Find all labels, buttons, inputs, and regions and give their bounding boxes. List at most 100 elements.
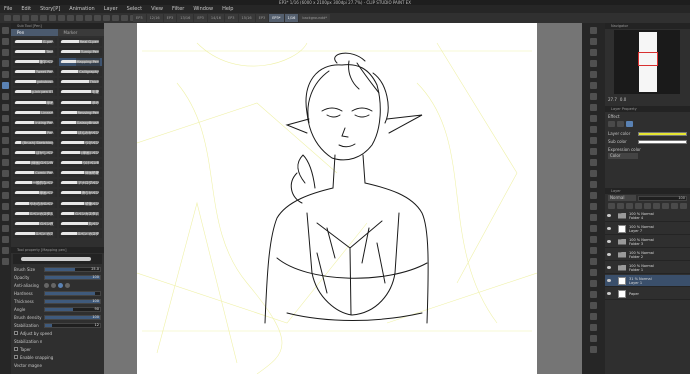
command-button[interactable] — [22, 15, 29, 21]
brush-item[interactable]: gokuboso — [13, 78, 57, 87]
layer-row[interactable]: 100 % Normal Folder 1 — [605, 262, 690, 274]
command-button[interactable] — [94, 15, 101, 21]
document-tab[interactable]: EP3* — [269, 14, 284, 22]
decoration-tool-icon[interactable] — [2, 126, 9, 133]
side-icon[interactable] — [590, 27, 597, 34]
layer-row[interactable]: 100 % Normal Folder 4 — [605, 210, 690, 222]
command-button[interactable] — [4, 15, 11, 21]
sub-color-swatch[interactable] — [638, 139, 687, 144]
menu-item-layer[interactable]: Layer — [104, 6, 118, 12]
frame-tool-icon[interactable] — [2, 192, 9, 199]
anti-aliasing-option[interactable] — [44, 282, 49, 288]
property-slider[interactable]: 100 — [44, 298, 101, 304]
pen-tool-icon[interactable] — [2, 82, 9, 89]
document-tab[interactable]: 12/16 — [146, 14, 163, 22]
brush-item[interactable]: Gペンカスタム — [13, 209, 57, 218]
move-tool-icon[interactable] — [2, 38, 9, 45]
side-icon[interactable] — [590, 115, 597, 122]
menu-item-select[interactable]: Select — [127, 6, 142, 12]
brush-item[interactable]: Gペン カス — [13, 229, 57, 238]
navigator-view-frame[interactable] — [638, 52, 658, 66]
menu-item-file[interactable]: File — [4, 6, 12, 12]
brush-item[interactable]: 線画ペン — [13, 189, 57, 198]
gradient-tool-icon[interactable] — [2, 170, 9, 177]
property-checkbox[interactable] — [14, 331, 18, 335]
side-icon[interactable] — [590, 181, 597, 188]
anti-aliasing-option[interactable] — [58, 282, 63, 288]
visibility-eye-icon[interactable] — [607, 292, 611, 295]
layer-tool-button[interactable] — [626, 203, 633, 209]
layer-tool-button[interactable] — [644, 203, 651, 209]
brush-item[interactable]: Gペンカスタム — [58, 209, 102, 218]
layer-row[interactable]: 31 % Normal Layer 1 — [605, 275, 690, 287]
side-icon[interactable] — [590, 82, 597, 89]
brush-item[interactable]: Mapping Pen — [58, 58, 102, 67]
pencil-tool-icon[interactable] — [2, 93, 9, 100]
property-slider[interactable] — [44, 290, 101, 296]
layer-tool-button[interactable] — [671, 203, 678, 209]
menu-item-animation[interactable]: Animation — [69, 6, 95, 12]
side-icon[interactable] — [590, 38, 597, 45]
color-swatch-icon[interactable] — [2, 258, 9, 265]
brush-item[interactable]: Text — [13, 48, 57, 57]
brush-item[interactable]: g-ink pen 01 — [13, 88, 57, 97]
brush-item[interactable]: GalaxyBrush — [58, 118, 102, 127]
document-tab[interactable]: EP3 — [194, 14, 207, 22]
document-tab[interactable]: 1/16 — [284, 14, 299, 22]
command-button[interactable] — [13, 15, 20, 21]
brush-item[interactable]: Thick — [58, 78, 102, 87]
document-tab[interactable]: EP3 — [255, 14, 269, 22]
brush-item[interactable]: Turnip Pen — [58, 48, 102, 57]
brush-item[interactable]: Gペン カスタ — [58, 229, 102, 238]
side-icon[interactable] — [590, 269, 597, 276]
brush-item[interactable]: 線画鉛筆 — [58, 169, 102, 178]
side-icon[interactable] — [590, 313, 597, 320]
brush-item[interactable]: 滑らかペン — [58, 189, 102, 198]
visibility-eye-icon[interactable] — [607, 240, 611, 243]
brush-item[interactable]: ぼかしペン — [13, 149, 57, 158]
document-tab[interactable]: backgroundd* — [299, 14, 331, 22]
property-slider[interactable]: 90 — [44, 306, 101, 312]
side-icon[interactable] — [590, 203, 597, 210]
document-tab[interactable]: 15/16 — [238, 14, 255, 22]
effect-layer-color-button[interactable] — [626, 121, 633, 127]
expression-color-select[interactable]: Color — [608, 153, 638, 159]
property-slider[interactable]: 100 — [44, 314, 101, 320]
menu-item-edit[interactable]: Edit — [21, 6, 31, 12]
menu-item-filter[interactable]: Filter — [172, 6, 184, 12]
layer-row[interactable]: 100 % Normal Folder 2 — [605, 249, 690, 261]
brush-item[interactable]: アナログペン — [58, 179, 102, 188]
effect-tone-button[interactable] — [617, 121, 624, 127]
side-icon[interactable] — [590, 71, 597, 78]
sub-tool-tab[interactable]: Pen — [11, 29, 58, 36]
layer-tool-button[interactable] — [662, 203, 669, 209]
document-tab[interactable]: EP3 — [133, 14, 146, 22]
brush-tool-icon[interactable] — [2, 104, 9, 111]
side-icon[interactable] — [590, 126, 597, 133]
side-icon[interactable] — [590, 192, 597, 199]
visibility-eye-icon[interactable] — [607, 214, 611, 217]
line-fix-tool-icon[interactable] — [2, 236, 9, 243]
brush-item[interactable]: Inking Pen — [13, 118, 57, 127]
layer-tool-button[interactable] — [653, 203, 660, 209]
visibility-eye-icon[interactable] — [607, 266, 611, 269]
visibility-eye-icon[interactable] — [607, 227, 611, 230]
command-button[interactable] — [49, 15, 56, 21]
brush-item[interactable]: G-pen — [13, 38, 57, 46]
brush-item[interactable]: Tweet Pen — [13, 68, 57, 77]
layer-row[interactable]: 100 % Normal Layer 7 — [605, 223, 690, 235]
anti-aliasing-option[interactable] — [65, 282, 70, 288]
side-icon[interactable] — [590, 104, 597, 111]
effect-border-button[interactable] — [608, 121, 615, 127]
menu-item-storyp[interactable]: Story[P] — [40, 6, 60, 12]
brush-item[interactable]: Real G-pen — [58, 38, 102, 46]
property-checkbox[interactable] — [14, 347, 18, 351]
command-button[interactable] — [67, 15, 74, 21]
brush-item[interactable]: Gペン改 — [13, 219, 57, 228]
document-tab[interactable]: 14/16 — [207, 14, 224, 22]
brush-item[interactable]: 一般的なペン — [13, 179, 57, 188]
anti-aliasing-option[interactable] — [51, 282, 56, 288]
brush-item[interactable]: (Brush) Sketching — [13, 138, 57, 147]
sub-tool-tab[interactable]: Marker — [57, 29, 104, 36]
eraser-tool-icon[interactable] — [2, 137, 9, 144]
